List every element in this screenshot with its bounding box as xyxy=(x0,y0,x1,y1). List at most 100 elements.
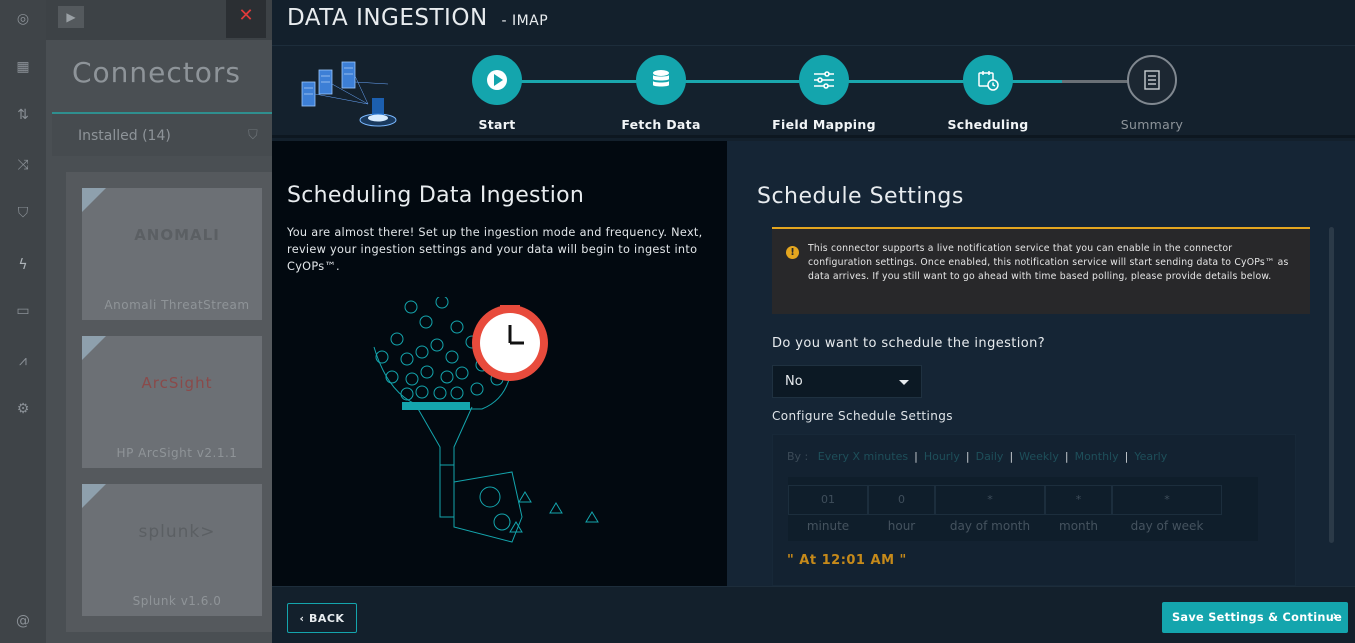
shuffle-icon[interactable]: ⤨ xyxy=(14,156,32,174)
option-weekly[interactable]: Weekly xyxy=(1019,450,1059,463)
separator: | xyxy=(914,450,918,463)
connector-logo: ANOMALI xyxy=(134,226,220,244)
tab-installed-label: Installed (14) xyxy=(78,128,171,144)
connector-name: Splunk v1.6.0 xyxy=(132,594,222,608)
modal-title: DATA INGESTION - IMAP xyxy=(287,5,548,31)
connector-logo: splunk> xyxy=(138,522,216,542)
cron-caption: month xyxy=(1059,519,1098,533)
configure-schedule-label: Configure Schedule Settings xyxy=(772,409,953,423)
step-label: Fetch Data xyxy=(621,117,701,132)
workflow-icon[interactable]: ⇅ xyxy=(14,106,32,124)
connector-card[interactable]: splunk> Splunk v1.6.0 xyxy=(82,484,262,616)
separator: | xyxy=(1124,450,1129,463)
scheduling-intro-panel: Scheduling Data Ingestion You are almost… xyxy=(272,141,727,586)
cron-caption: day of month xyxy=(949,519,1031,533)
connector-card[interactable]: ArcSight HP ArcSight v2.1.1 xyxy=(82,336,262,468)
card-corner xyxy=(82,336,106,360)
data-ingestion-modal: DATA INGESTION - IMAP Start Fetch Data F… xyxy=(272,0,1355,643)
briefcase-icon[interactable]: ▭ xyxy=(14,302,32,320)
back-button[interactable]: ‹ BACK xyxy=(287,603,357,633)
cron-day-of-month-field[interactable]: * xyxy=(935,485,1045,515)
separator: | xyxy=(1064,450,1069,463)
wizard-steps: Start Fetch Data Field Mapping Schedulin… xyxy=(272,46,1355,138)
separator: | xyxy=(965,450,970,463)
step-fetch-data[interactable]: Fetch Data xyxy=(606,55,716,132)
schedule-select[interactable]: No xyxy=(772,365,922,398)
card-corner xyxy=(82,188,106,212)
modal-header: DATA INGESTION - IMAP xyxy=(272,0,1355,46)
connector-name: Anomali ThreatStream xyxy=(104,298,250,312)
settings-icon[interactable]: ⚙ xyxy=(14,400,32,418)
cron-expression: 01 0 * * * minute hour day of month mont… xyxy=(788,477,1258,541)
app-side-rail: ◎ ▦ ⇅ ⤨ ⛉ ϟ ▭ ⩘ ⚙ @ xyxy=(0,0,46,643)
step-label: Scheduling xyxy=(947,117,1029,132)
option-every-x-minutes[interactable]: Every X minutes xyxy=(818,450,908,463)
scheduling-description: You are almost there! Set up the ingesti… xyxy=(287,226,703,273)
connectors-page: ▶ ✕ Connectors Installed (14) ⛉ ANOMALI … xyxy=(46,0,276,643)
close-icon[interactable]: ✕ xyxy=(226,0,266,38)
help-icon[interactable]: @ xyxy=(14,612,32,630)
logo-icon: ◎ xyxy=(16,11,30,27)
modal-footer: ‹ BACK Save Settings & Continue › xyxy=(272,586,1355,643)
chevron-down-icon xyxy=(899,380,909,385)
back-label: BACK xyxy=(308,611,345,625)
step-start[interactable]: Start xyxy=(442,55,552,132)
shield-icon[interactable]: ⛉ xyxy=(248,128,258,143)
bolt-icon[interactable]: ϟ xyxy=(14,256,32,274)
connector-grid: ANOMALI Anomali ThreatStream ArcSight HP… xyxy=(66,172,276,632)
connector-logo: ArcSight xyxy=(141,374,213,392)
play-icon[interactable]: ▶ xyxy=(58,6,84,28)
panel-scrollbar[interactable] xyxy=(1329,227,1334,543)
cron-caption: minute xyxy=(806,519,850,533)
card-corner xyxy=(82,484,106,508)
database-icon xyxy=(636,55,686,105)
connector-card[interactable]: ANOMALI Anomali ThreatStream xyxy=(82,188,262,320)
modal-subtitle: - IMAP xyxy=(501,13,549,29)
cron-minute-field[interactable]: 01 xyxy=(788,485,868,515)
option-monthly[interactable]: Monthly xyxy=(1075,450,1119,463)
connectors-title: Connectors xyxy=(72,56,242,89)
option-hourly[interactable]: Hourly xyxy=(924,450,960,463)
cron-caption: hour xyxy=(887,519,916,533)
step-label: Start xyxy=(478,117,516,132)
schedule-summary-text: " At 12:01 AM " xyxy=(787,553,907,568)
by-label: By : xyxy=(787,450,809,463)
schedule-question: Do you want to schedule the ingestion? xyxy=(772,336,1046,351)
step-field-mapping[interactable]: Field Mapping xyxy=(769,55,879,132)
step-scheduling[interactable]: Scheduling xyxy=(933,55,1043,132)
shield-icon[interactable]: ⛉ xyxy=(14,204,32,222)
schedule-select-value: No xyxy=(785,374,803,389)
chart-icon[interactable]: ⩘ xyxy=(14,352,32,370)
chevron-left-icon: ‹ xyxy=(299,611,305,625)
cron-caption: day of week xyxy=(1130,519,1204,533)
save-continue-button[interactable]: Save Settings & Continue › xyxy=(1162,602,1348,633)
separator: | xyxy=(1009,450,1014,463)
summary-icon xyxy=(1127,55,1177,105)
cron-day-of-week-field[interactable]: * xyxy=(1112,485,1222,515)
option-yearly[interactable]: Yearly xyxy=(1134,450,1167,463)
scheduling-heading: Scheduling Data Ingestion xyxy=(287,183,585,208)
cron-hour-field[interactable]: 0 xyxy=(868,485,935,515)
cron-month-field[interactable]: * xyxy=(1045,485,1112,515)
dashboard-icon[interactable]: ▦ xyxy=(14,58,32,76)
tab-installed[interactable]: Installed (14) ⛉ xyxy=(52,112,276,156)
schedule-settings-heading: Schedule Settings xyxy=(757,184,964,209)
play-icon xyxy=(472,55,522,105)
warning-icon: ! xyxy=(786,246,799,259)
sliders-icon xyxy=(799,55,849,105)
step-label: Summary xyxy=(1120,117,1184,132)
funnel-stopwatch-illustration-icon xyxy=(373,297,599,543)
connector-name: HP ArcSight v2.1.1 xyxy=(116,446,238,460)
modal-title-text: DATA INGESTION xyxy=(287,5,488,31)
live-notification-notice: ! This connector supports a live notific… xyxy=(772,227,1310,314)
schedule-settings-panel: Schedule Settings ! This connector suppo… xyxy=(727,141,1355,586)
connectors-topbar: ▶ ✕ xyxy=(46,0,276,40)
notice-text: This connector supports a live notificat… xyxy=(808,243,1289,282)
chevron-right-icon: › xyxy=(1332,609,1338,624)
schedule-config-box: By : Every X minutes | Hourly | Daily | Weekly… xyxy=(772,434,1296,586)
option-daily[interactable]: Daily xyxy=(976,450,1004,463)
step-label: Field Mapping xyxy=(772,117,876,132)
step-summary[interactable]: Summary xyxy=(1097,55,1207,132)
servers-illustration-icon xyxy=(301,61,397,127)
calendar-clock-icon xyxy=(963,55,1013,105)
